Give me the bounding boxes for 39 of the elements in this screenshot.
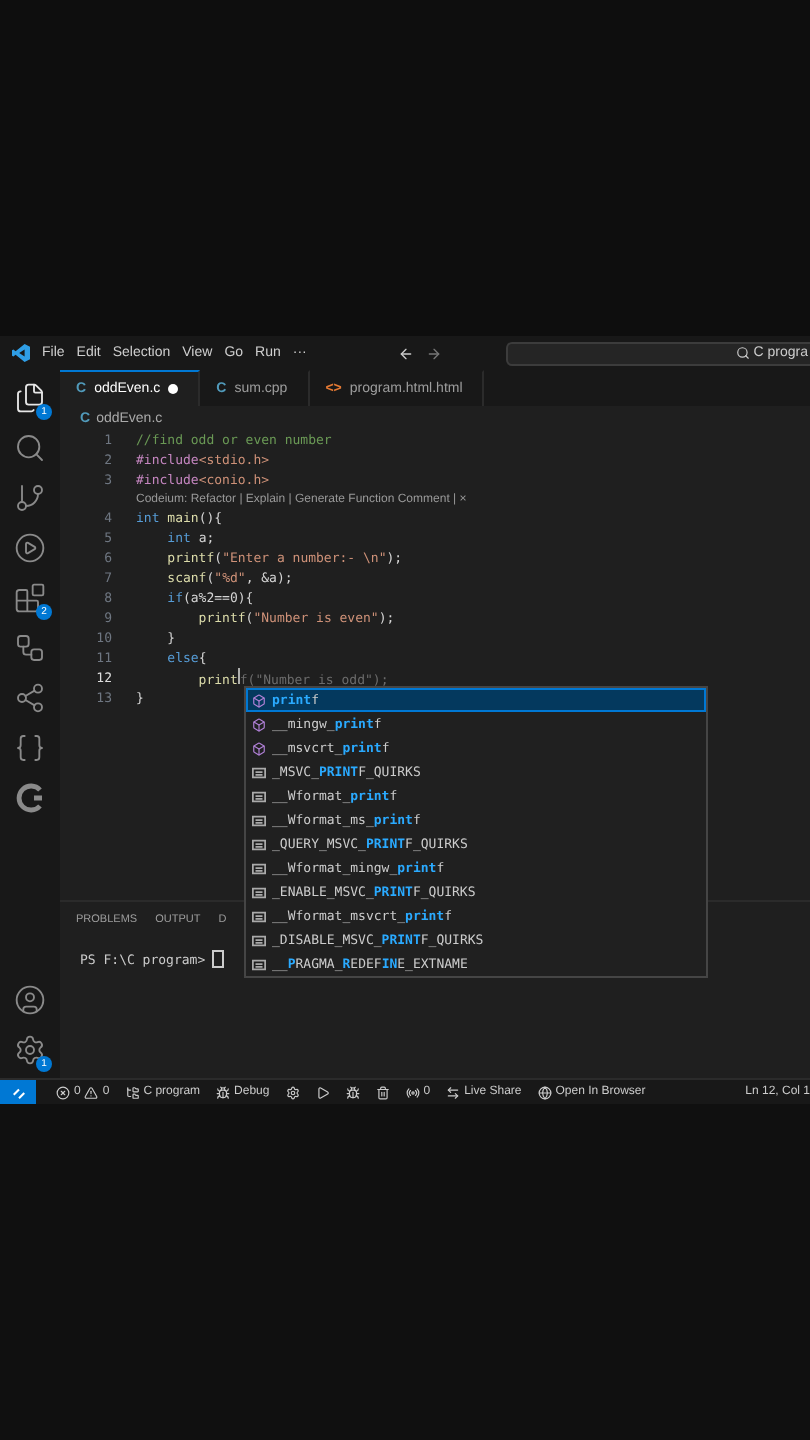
globe-icon [537, 1085, 552, 1099]
back-icon[interactable] [398, 345, 415, 361]
constant-icon [252, 885, 266, 899]
search-icon[interactable] [14, 432, 46, 464]
play-icon[interactable] [14, 532, 46, 564]
constant-icon [252, 789, 266, 803]
flow-icon[interactable] [14, 632, 46, 664]
constant-icon [252, 861, 266, 875]
terminal-cursor [211, 950, 224, 968]
folder-icon [125, 1085, 140, 1099]
codeium-logo[interactable] [14, 782, 46, 814]
error-icon [56, 1085, 70, 1099]
cube-icon [252, 717, 266, 731]
bug-icon [216, 1085, 231, 1099]
constant-icon [252, 933, 266, 947]
antenna-icon [405, 1085, 420, 1099]
constant-icon [252, 813, 266, 827]
search-icon [735, 346, 750, 360]
share-icon [446, 1085, 461, 1099]
constant-icon [252, 765, 266, 779]
share-icon[interactable] [14, 682, 46, 714]
cube-icon [252, 693, 266, 707]
gear-icon[interactable] [285, 1085, 300, 1099]
constant-icon [252, 837, 266, 851]
play-icon[interactable] [315, 1085, 330, 1099]
cube-icon [252, 741, 266, 755]
bug-icon[interactable] [345, 1085, 360, 1099]
trash-icon[interactable] [375, 1085, 390, 1099]
branch-icon[interactable] [14, 482, 46, 514]
forward-icon[interactable] [426, 345, 443, 361]
remote-icon [11, 1085, 25, 1099]
constant-icon [252, 957, 266, 971]
warning-icon [84, 1085, 99, 1099]
account-icon[interactable] [14, 984, 46, 1016]
braces-icon[interactable] [14, 732, 46, 764]
unsaved-dot [168, 384, 179, 394]
remote-button[interactable] [0, 1080, 36, 1104]
constant-icon [252, 909, 266, 923]
app-logo [12, 344, 30, 362]
